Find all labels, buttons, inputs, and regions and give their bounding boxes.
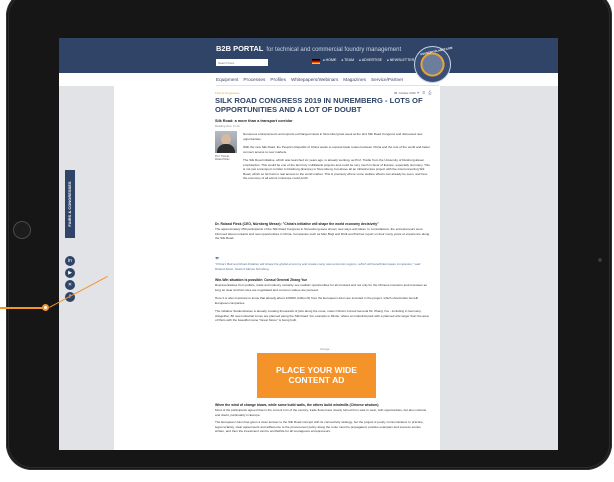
nav-profiles[interactable]: Profiles	[270, 77, 286, 82]
twitter-icon[interactable]: ✕	[65, 280, 75, 290]
section-title-zhang: Win-Win situation is possible: Consul Ge…	[215, 278, 308, 282]
article-quote: "China's Belt and Road Initiative will s…	[215, 262, 421, 271]
portal-title: B2B PORTAL for technical and commercial f…	[216, 44, 401, 53]
breadcrumb[interactable]: Fairs & Congresses	[215, 91, 240, 95]
home-button[interactable]	[13, 221, 31, 239]
section-text-zhang-1: Representatives from politics, trade and…	[215, 283, 427, 292]
linkedin-icon[interactable]: in	[65, 256, 75, 266]
wide-content-ad[interactable]: PLACE YOUR WIDE CONTENT AD	[257, 353, 376, 398]
tablet-screen: B2B PORTAL for technical and commercial f…	[59, 38, 558, 450]
right-sidebar	[440, 86, 558, 450]
intro-paragraph-2: With the new Silk Road, the People's Rep…	[243, 145, 431, 154]
callout-dot	[42, 304, 49, 311]
photo-caption: Prof. Thomas Roland Heller	[215, 155, 230, 161]
top-nav-advertise[interactable]: ADVERTISE	[359, 58, 382, 62]
fairs-congresses-label: FAIRS & CONGRESSES	[67, 181, 72, 227]
author-photo	[215, 131, 237, 153]
section-title-wind: When the wind of change blows, while som…	[215, 403, 379, 407]
section-text-zhang-3: The initiative Seidenstrasse is already …	[215, 309, 429, 322]
article-content: Fairs & Congresses 08. October 2019 ⌖ ✉ …	[207, 86, 440, 450]
photo-body	[217, 144, 235, 153]
section-text-fleck: The approximately 250 participants of th…	[215, 227, 430, 240]
nav-service-partner[interactable]: Service/Partner	[371, 77, 403, 82]
top-nav-newsletter[interactable]: NEWSLETTER	[387, 58, 415, 62]
left-sidebar: FAIRS & CONGRESSES in ▶ ✕ f	[59, 86, 114, 450]
portal-tagline: for technical and commercial foundry man…	[266, 47, 402, 53]
section-title-fleck: Dr. Roland Fleck (CEO, Nürnberg Messe): …	[215, 222, 379, 226]
article-date: 08. October 2019	[394, 91, 416, 95]
reading-time: Reading time: 6 min	[215, 124, 240, 128]
callout-line	[0, 307, 44, 309]
top-nav: HOME TEAM ADVERTISE NEWSLETTER	[323, 58, 415, 62]
camera-icon	[598, 258, 602, 262]
intro-paragraph-3: The Silk Road initiative, which was laun…	[243, 158, 430, 180]
main-nav: Equipment Processes Profiles Whitepapers…	[216, 77, 403, 82]
portal-name: B2B PORTAL	[216, 44, 264, 53]
nav-whitepapers[interactable]: Whitepapers/Webinars	[291, 77, 338, 82]
section-text-wind-1: Most of the participants agreed that in …	[215, 408, 427, 417]
article-title: SILK ROAD CONGRESS 2019 IN NUREMBERG - L…	[215, 96, 423, 114]
section-text-zhang-2: Here it is also important to know that a…	[215, 296, 419, 305]
youtube-icon[interactable]: ▶	[65, 268, 75, 278]
top-nav-team[interactable]: TEAM	[341, 58, 354, 62]
nav-equipment[interactable]: Equipment	[216, 77, 238, 82]
site-header: B2B PORTAL for technical and commercial f…	[59, 38, 558, 73]
search-input[interactable]	[216, 59, 268, 66]
foundry-planet-logo[interactable]: FOUNDRY-PLANET.COM	[414, 46, 453, 83]
nav-processes[interactable]: Processes	[243, 77, 265, 82]
ad-label: Anzeige	[320, 348, 330, 351]
section-text-wind-2: The European Union has given a clear ans…	[215, 420, 424, 433]
share-icons[interactable]: ⌖ ✉ ⎙	[417, 90, 432, 95]
article-subtitle: Silk Road: a more than a transport corri…	[215, 119, 293, 123]
intro-paragraph-1: Numerous entrepreneurs and experts excha…	[243, 132, 423, 141]
nav-magazines[interactable]: Magazines	[343, 77, 366, 82]
german-flag-icon[interactable]	[312, 59, 320, 64]
top-nav-home[interactable]: HOME	[323, 58, 337, 62]
